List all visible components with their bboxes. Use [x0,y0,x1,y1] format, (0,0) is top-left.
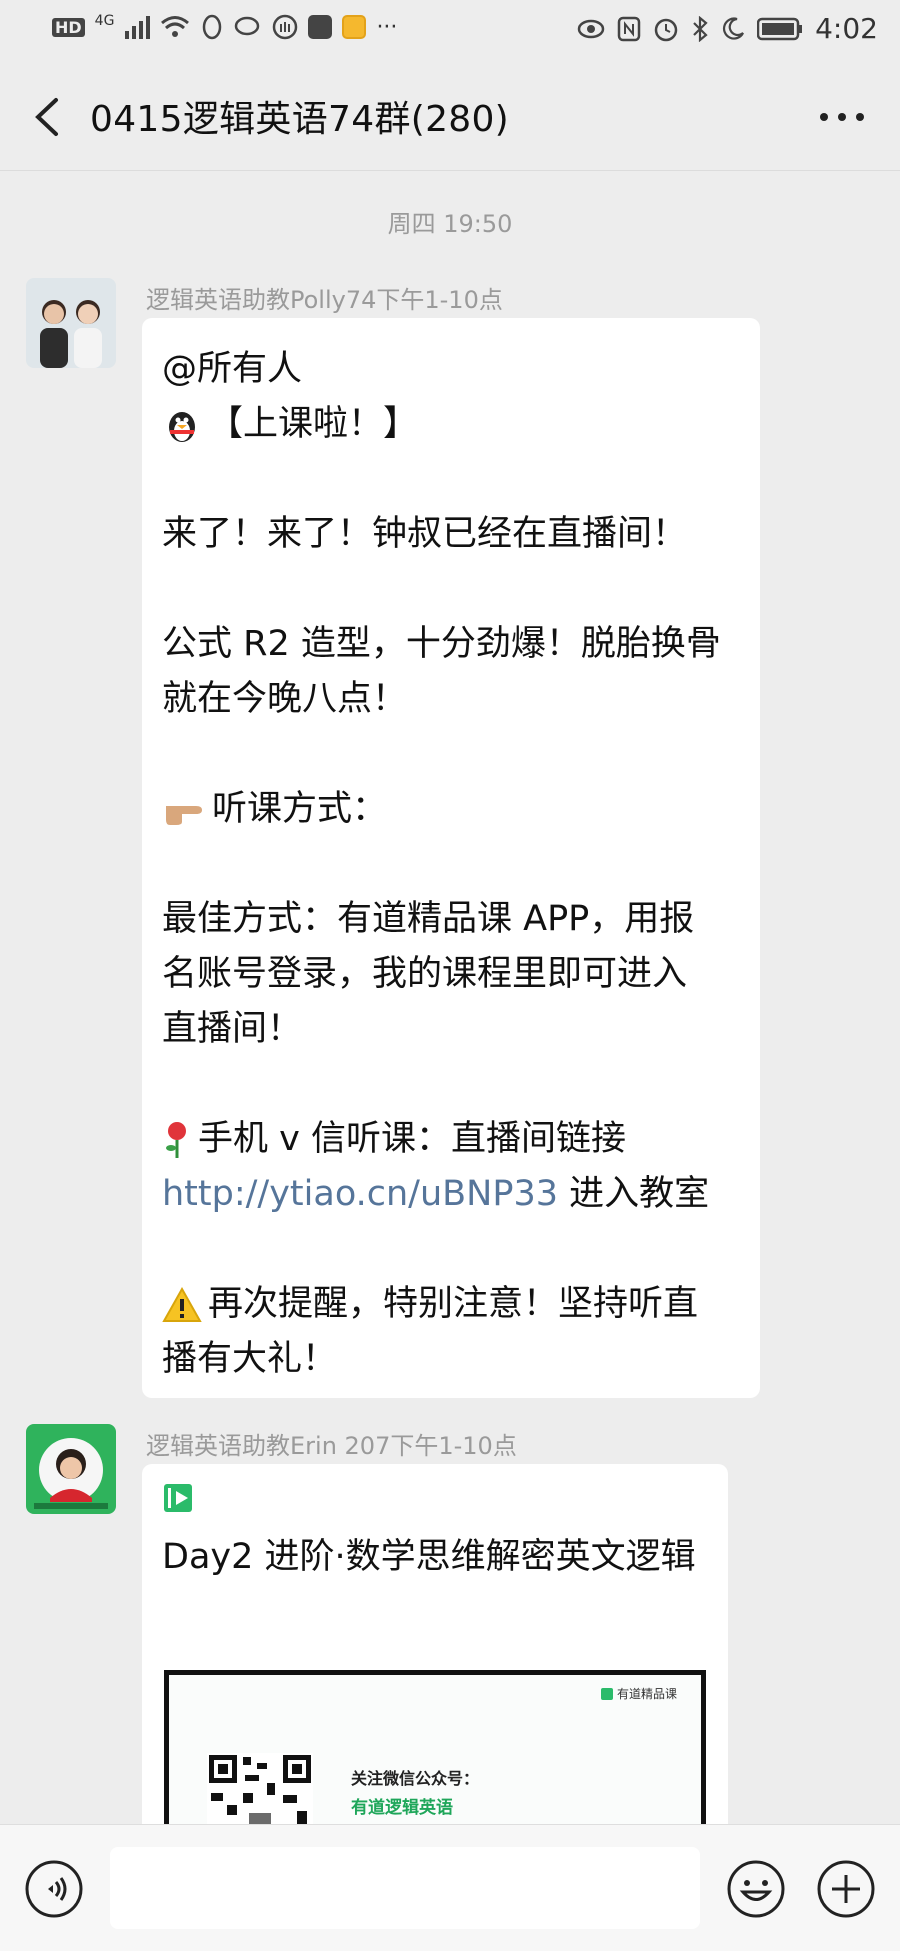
pointing-hand-emoji-icon [166,806,202,825]
nfc-icon [617,16,641,41]
message-line: 直播间！ [162,1009,303,1049]
message-text: 进入教室 [558,1174,710,1214]
penguin-emoji-icon [169,412,195,442]
alarm-icon [654,18,678,41]
more-options-icon[interactable] [812,92,872,142]
hand-icon [273,14,298,40]
thumbnail-text: 有道逻辑英语 [351,1798,453,1818]
signal-label: 4G [94,13,115,29]
message-text: 【上课啦！】 [208,404,419,444]
card-title: Day2 进阶·数学思维解密英文逻辑 [162,1537,696,1577]
mail-icon [342,15,367,39]
status-bar: HD 4G ··· 4:02 [0,0,900,64]
avatar-image [26,1424,116,1514]
more-status-label: ··· [376,14,398,40]
message-line: 再次提醒，特别注意！坚持听直 [162,1277,740,1332]
message-line: 听课方式： [162,782,740,837]
message-line: 【上课啦！】 [162,397,740,452]
chat-header: 0415逻辑英语74群(280) [0,64,900,171]
message-line: 就在今晚八点！ [162,679,408,719]
message-link[interactable]: http://ytiao.cn/uBNP33 [162,1174,558,1214]
eye-icon [577,19,605,38]
message-line: 最佳方式：有道精品课 APP，用报 [162,899,695,939]
moon-icon [723,16,745,40]
message-timestamp: 周四 19:50 [387,210,513,238]
plus-icon[interactable] [816,1859,876,1919]
message-bubble[interactable]: @所有人 【上课啦！】 来了！来了！钟叔已经在直播间！ 公式 R2 造型，十分劲… [142,318,760,1398]
brand-text: 有道精品课 [616,1687,677,1701]
bluetooth-icon [693,15,708,42]
input-bar [0,1824,900,1951]
emoji-icon[interactable] [726,1859,786,1919]
sender-name: 逻辑英语助教Polly74下午1-10点 [146,286,503,314]
brand-logo-icon [600,1687,613,1700]
status-right: 4:02 [577,12,878,45]
sender-name: 逻辑英语助教Erin 207下午1-10点 [146,1432,517,1460]
chat-title: 0415逻辑英语74群(280) [90,99,510,140]
video-lesson-icon [164,1484,192,1512]
message-line: 名账号登录，我的课程里即可进入 [162,954,688,994]
signal-icon [125,16,151,39]
wifi-icon [161,16,190,37]
thumbnail-text: 关注微信公众号： [351,1769,480,1788]
message-line: 来了！来了！钟叔已经在直播间！ [162,514,688,554]
thumbnail-brand: 有道精品课 [600,1685,677,1702]
message-line: 公式 R2 造型，十分劲爆！脱胎换骨 [162,624,721,664]
avatar-image [26,278,116,368]
qq-icon [203,14,222,40]
battery-icon [757,17,803,40]
status-time: 4:02 [815,12,878,45]
network-label: HD [52,17,85,37]
message-input[interactable] [110,1847,700,1929]
sender-avatar[interactable] [26,1424,116,1514]
rose-emoji-icon [166,1122,186,1158]
message-line: @所有人 [162,349,303,389]
message-text: 再次提醒，特别注意！坚持听直 [208,1284,699,1324]
status-left: HD 4G ··· [52,13,398,40]
message-line: http://ytiao.cn/uBNP33 进入教室 [162,1167,740,1222]
sender-avatar[interactable] [26,278,116,368]
message-line: 播有大礼！ [162,1339,338,1379]
message-text: 听课方式： [212,789,388,829]
back-arrow-icon[interactable] [24,92,74,142]
message-text: 手机 v 信听课：直播间链接 [198,1119,626,1159]
voice-input-icon[interactable] [24,1859,84,1919]
huawei-icon [308,15,333,39]
chat-bubble-icon [235,16,260,36]
message-line: 手机 v 信听课：直播间链接 [162,1112,740,1167]
warning-emoji-icon [162,1286,202,1322]
